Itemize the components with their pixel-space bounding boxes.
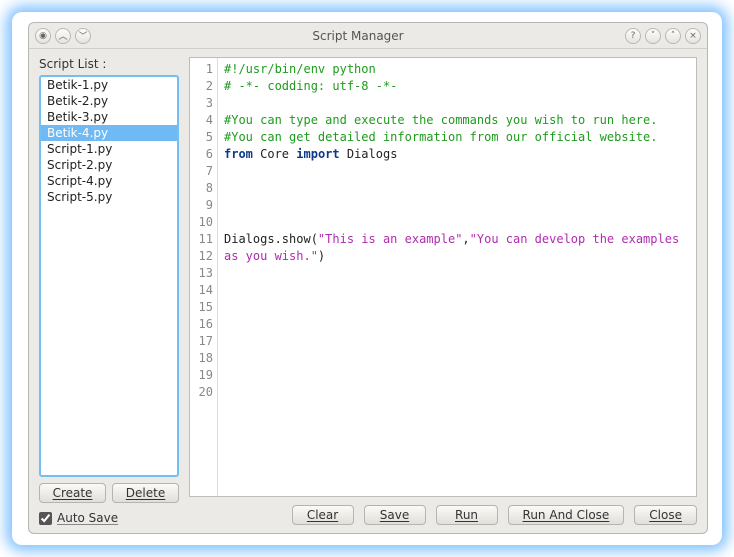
titlebar: ◉ ︿ ﹀ Script Manager ? ˅ ˄ × [29, 23, 707, 49]
script-list-item[interactable]: Betik-1.py [41, 77, 177, 93]
menu-icon[interactable]: ◉ [35, 28, 51, 44]
run-button[interactable]: Run [436, 505, 498, 525]
close-button[interactable]: Close [634, 505, 697, 525]
auto-save-checkbox[interactable]: Auto Save [39, 511, 179, 525]
script-list-item[interactable]: Script-1.py [41, 141, 177, 157]
script-list-item[interactable]: Script-4.py [41, 173, 177, 189]
code-editor[interactable]: 1234567891011121314151617181920 #!/usr/b… [189, 57, 697, 497]
script-manager-window: ◉ ︿ ﹀ Script Manager ? ˅ ˄ × Script List… [28, 22, 708, 534]
script-list[interactable]: Betik-1.pyBetik-2.pyBetik-3.pyBetik-4.py… [39, 75, 179, 477]
run-and-close-button[interactable]: Run And Close [508, 505, 625, 525]
minimize-icon[interactable]: ˅ [645, 28, 661, 44]
chevron-down-icon[interactable]: ﹀ [75, 28, 91, 44]
save-button[interactable]: Save [364, 505, 426, 525]
script-list-item[interactable]: Betik-2.py [41, 93, 177, 109]
auto-save-label: Auto Save [57, 511, 118, 525]
delete-button[interactable]: Delete [112, 483, 179, 503]
help-icon[interactable]: ? [625, 28, 641, 44]
maximize-icon[interactable]: ˄ [665, 28, 681, 44]
sidebar: Script List : Betik-1.pyBetik-2.pyBetik-… [39, 57, 179, 525]
window-title: Script Manager [91, 29, 625, 43]
close-icon[interactable]: × [685, 28, 701, 44]
clear-button[interactable]: Clear [292, 505, 354, 525]
script-list-item[interactable]: Betik-4.py [41, 125, 177, 141]
script-list-item[interactable]: Script-5.py [41, 189, 177, 205]
script-list-item[interactable]: Betik-3.py [41, 109, 177, 125]
code-area[interactable]: #!/usr/bin/env python# -*- codding: utf-… [218, 58, 696, 496]
chevron-up-icon[interactable]: ︿ [55, 28, 71, 44]
script-list-label: Script List : [39, 57, 179, 71]
line-number-gutter: 1234567891011121314151617181920 [190, 58, 218, 496]
create-button[interactable]: Create [39, 483, 106, 503]
script-list-item[interactable]: Script-2.py [41, 157, 177, 173]
